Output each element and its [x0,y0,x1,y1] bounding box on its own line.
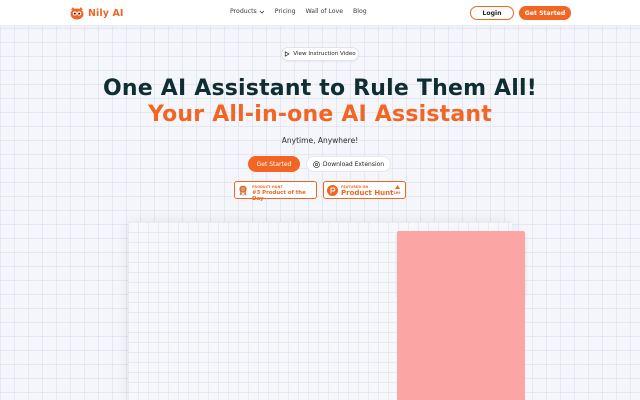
nav-products-label: Products [230,8,257,15]
nav-products[interactable]: Products [230,8,265,15]
ph-big-label: Product Hunt [341,189,394,197]
producthunt-logo-icon [327,185,338,196]
login-button[interactable]: Login [470,6,514,20]
nav-wall-of-love[interactable]: Wall of Love [306,8,343,15]
view-video-label: View Instruction Video [293,51,356,57]
demo-side-panel-header [397,231,525,295]
owl-logo-icon [70,7,84,20]
download-extension-label: Download Extension [322,160,385,168]
hero-get-started-button[interactable]: Get Started [248,156,300,172]
hero-tagline: Anytime, Anywhere! [281,136,359,145]
site-header: Nily AI Products Pricing Wall of Love Bl… [0,0,640,26]
potd-small-label: PRODUCT HUNT [252,185,283,189]
product-of-the-day-badge[interactable]: PRODUCT HUNT #3 Product of the Day [234,181,317,202]
upvote-counter: 169 [393,185,401,195]
nav-pricing-label: Pricing [274,8,296,15]
chrome-icon [313,160,320,168]
brand-logo[interactable]: Nily AI [70,6,124,20]
upvote-count: 169 [393,191,401,195]
hero-title: One AI Assistant to Rule Them All! [103,76,537,101]
main-nav: Products Pricing Wall of Love Blog [230,8,367,15]
brand-name: Nily AI [88,7,124,19]
nav-pricing[interactable]: Pricing [275,8,296,15]
chevron-down-icon [259,10,265,14]
nav-blog-label: Blog [353,8,367,15]
nav-blog[interactable]: Blog [353,8,367,15]
medal-icon [239,185,247,196]
header-get-started-button[interactable]: Get Started [519,6,571,20]
triangle-up-icon [394,185,400,189]
product-hunt-badge[interactable]: FEATURED ON Product Hunt 169 [323,181,406,199]
view-video-button[interactable]: View Instruction Video [281,47,359,61]
potd-big-label: #3 Product of the Day [252,190,306,202]
play-icon [285,51,290,57]
hero-subtitle: Your All-in-one AI Assistant [148,102,492,127]
demo-side-panel-body [397,295,525,400]
download-extension-button[interactable]: Download Extension [306,156,391,172]
nav-wall-of-love-label: Wall of Love [305,8,344,15]
